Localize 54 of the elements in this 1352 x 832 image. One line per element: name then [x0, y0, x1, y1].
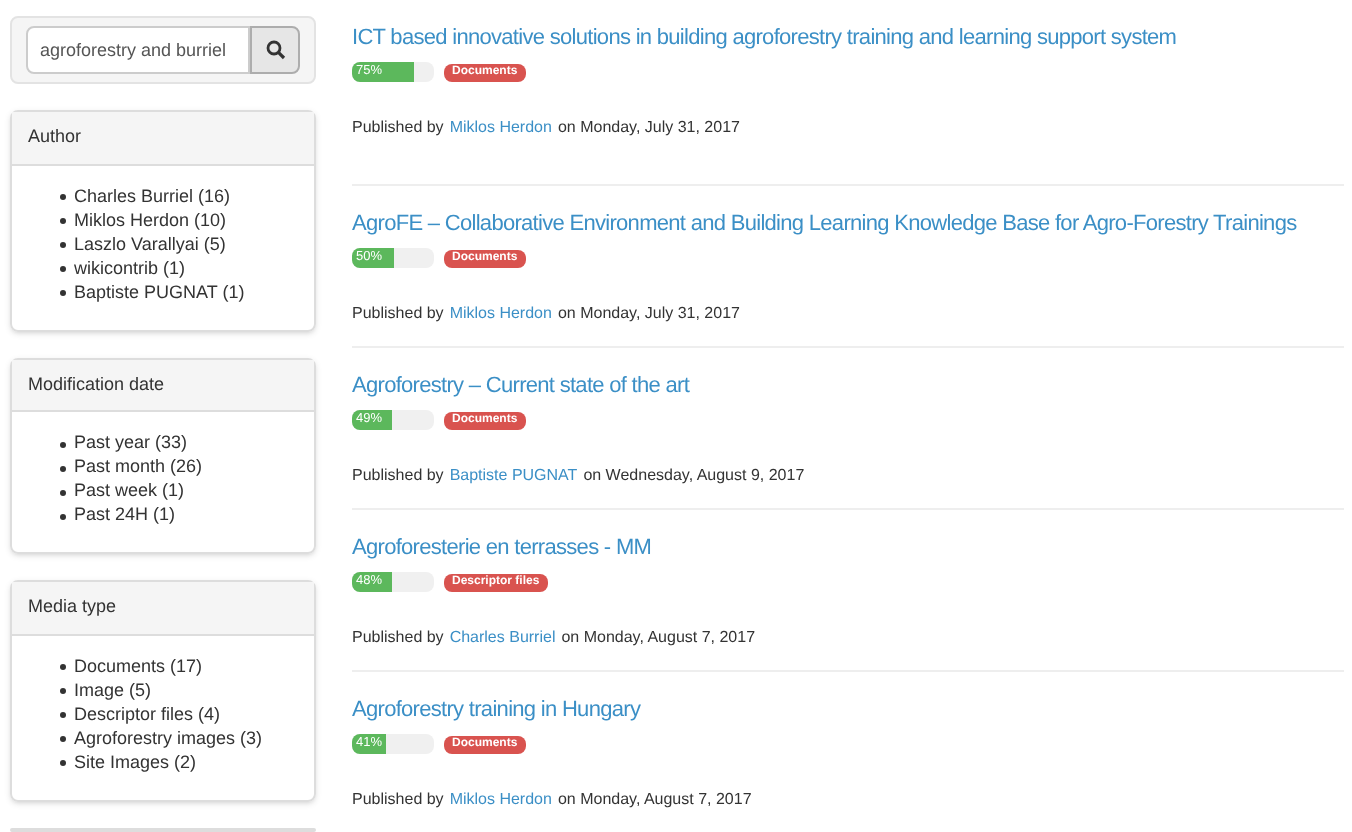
publish-date: on Monday, July 31, 2017 — [557, 302, 740, 327]
search-field[interactable]: agroforestry and burriel — [26, 26, 250, 74]
bullet-icon — [60, 688, 66, 694]
bullet-icon — [60, 736, 66, 742]
bullet-icon — [60, 664, 66, 670]
facet-title: Modification date — [12, 359, 314, 412]
publish-date: on Monday, August 7, 2017 — [557, 788, 752, 813]
published-label: Published by — [352, 464, 444, 489]
result-title[interactable]: AgroFE – Collaborative Environment and Building Learning Knowledge Base for Agro-Forestry Trainings — [352, 210, 1344, 241]
author-link[interactable]: Baptiste PUGNAT — [449, 464, 578, 489]
bullet-icon — [60, 489, 66, 495]
facet-item[interactable]: Miklos Herdon (10) — [74, 207, 227, 235]
author-link[interactable]: Charles Burriel — [449, 626, 556, 651]
facet-item[interactable]: wikicontrib (1) — [74, 255, 186, 283]
bullet-icon — [60, 712, 66, 718]
facet-item[interactable]: Descriptor files (4) — [74, 701, 221, 729]
search-button[interactable] — [250, 26, 300, 74]
facet-item[interactable]: Past year (33) — [74, 430, 188, 458]
publish-date: on Monday, August 7, 2017 — [561, 626, 756, 651]
facet-item[interactable]: Past month (26) — [74, 454, 203, 482]
facet-item[interactable]: Charles Burriel (16) — [74, 183, 231, 211]
bullet-icon — [60, 218, 66, 224]
author-link[interactable]: Miklos Herdon — [449, 788, 552, 813]
facet-item[interactable]: Baptiste PUGNAT (1) — [74, 279, 245, 307]
facet-title: Author — [12, 112, 314, 165]
bullet-icon — [60, 266, 66, 272]
bullet-icon — [60, 290, 66, 296]
published-label: Published by — [352, 116, 444, 140]
publish-date: on Monday, July 31, 2017 — [557, 116, 740, 140]
facet-item[interactable]: Past week (1) — [74, 478, 185, 506]
author-link[interactable]: Miklos Herdon — [449, 116, 552, 140]
facet-item[interactable]: Image (5) — [74, 677, 152, 705]
published-label: Published by — [352, 302, 444, 327]
result-title[interactable]: Agroforesterie en terrasses - MM — [352, 534, 1344, 565]
result-title[interactable]: Agroforestry training in Hungary — [352, 696, 1344, 727]
search-icon — [265, 40, 285, 60]
bullet-icon — [60, 441, 66, 447]
published-label: Published by — [352, 626, 444, 651]
bullet-icon — [60, 513, 66, 519]
author-link[interactable]: Miklos Herdon — [449, 302, 552, 327]
bullet-icon — [60, 194, 66, 200]
bullet-icon — [60, 465, 66, 471]
facet-item[interactable]: Laszlo Varallyai (5) — [74, 231, 226, 259]
result-title[interactable]: ICT based innovative solutions in building agroforestry training and learning support system — [352, 24, 1344, 54]
facet-item[interactable]: Agroforestry images (3) — [74, 725, 263, 753]
result-title[interactable]: Agroforestry – Current state of the art — [352, 372, 1344, 403]
published-label: Published by — [352, 788, 444, 813]
facet-item[interactable]: Site Images (2) — [74, 749, 197, 777]
publish-date: on Wednesday, August 9, 2017 — [583, 464, 805, 489]
bullet-icon — [60, 242, 66, 248]
facet-title: Media type — [12, 582, 314, 635]
bullet-icon — [60, 760, 66, 766]
facet-item[interactable]: Documents (17) — [74, 653, 203, 681]
facet-item[interactable]: Past 24H (1) — [74, 502, 176, 530]
